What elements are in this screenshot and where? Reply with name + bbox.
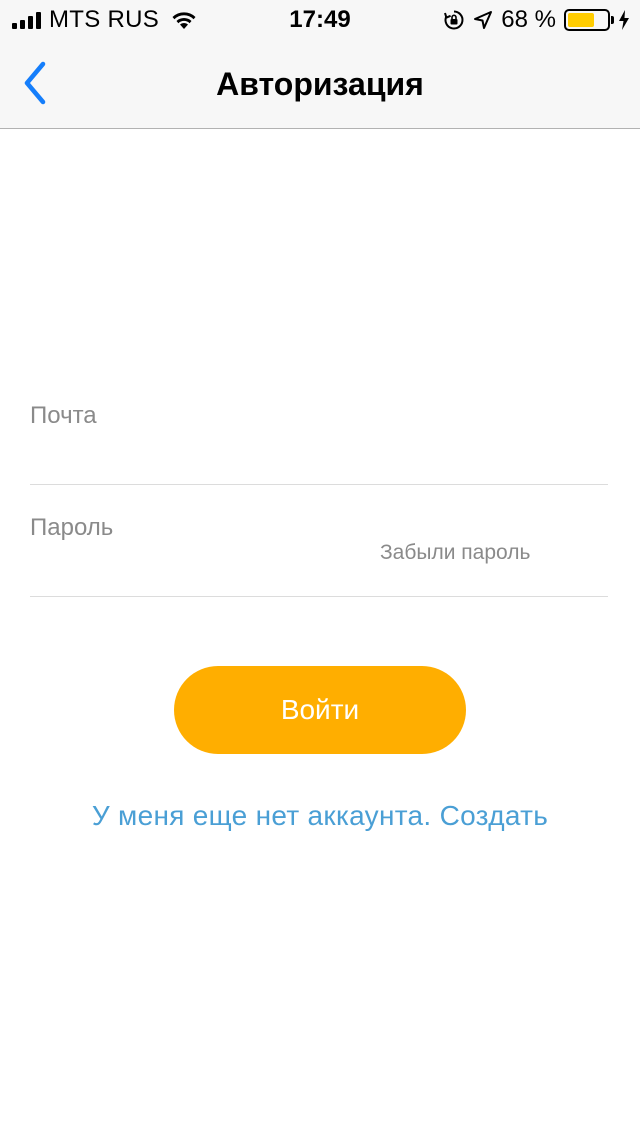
password-label: Пароль [30,514,114,541]
status-bar: MTS RUS 17:49 68 % [0,0,640,40]
battery-icon [564,9,614,31]
battery-level [568,13,594,27]
orientation-lock-icon [444,10,464,30]
login-button[interactable]: Войти [174,666,466,754]
charging-icon [619,10,629,30]
battery-percent: 68 % [501,6,556,33]
navigation-bar: Авторизация [0,40,640,129]
status-bar-right: 68 % [443,6,630,34]
page-title: Авторизация [216,66,424,102]
location-icon [474,11,493,29]
email-label: Почта [30,402,97,429]
create-account-link[interactable]: У меня еще нет аккаунта. Создать [0,800,640,832]
password-field[interactable] [30,552,360,592]
forgot-password-link[interactable]: Забыли пароль [380,541,530,565]
email-field[interactable] [30,440,608,480]
email-divider [30,484,608,485]
password-divider [30,596,608,597]
